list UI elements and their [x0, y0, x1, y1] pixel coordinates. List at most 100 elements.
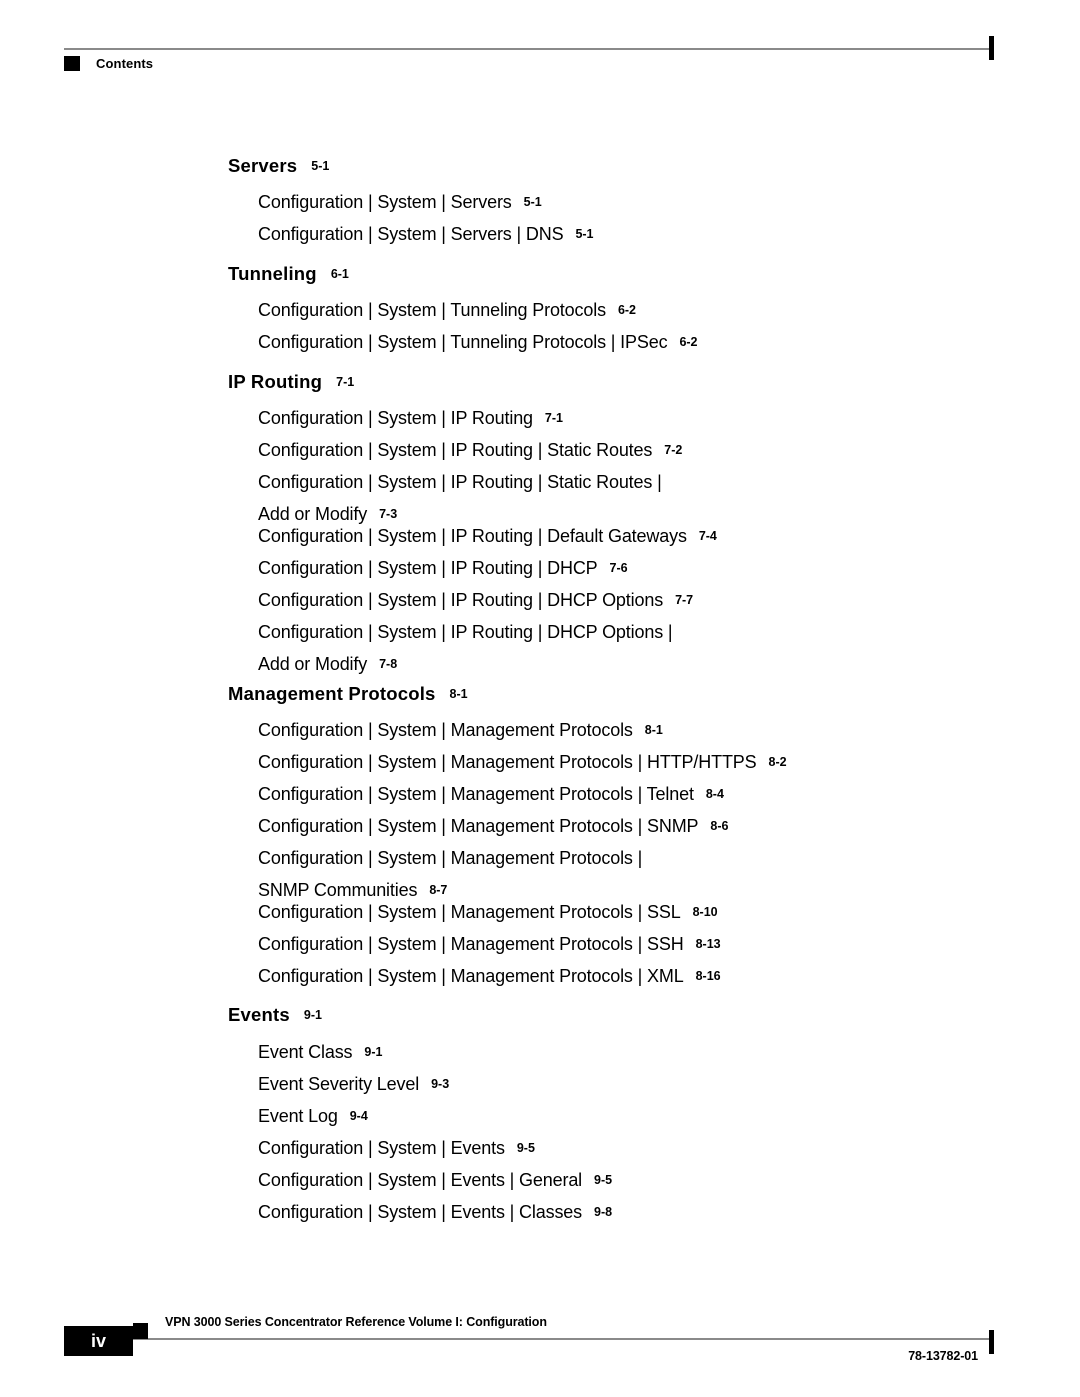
toc-entry-page-ref: 8-10	[692, 905, 718, 919]
toc-entry[interactable]: Configuration | System | Events | Genera…	[258, 1165, 958, 1199]
toc-section-heading[interactable]: Management Protocols 8-1	[228, 683, 468, 705]
toc-entry-label: Configuration | System | IP Routing | St…	[258, 440, 653, 460]
page-header: Contents	[0, 0, 1080, 90]
toc-entry[interactable]: Configuration | System | IP Routing | De…	[258, 521, 958, 555]
toc-entry-page-ref: 7-8	[379, 656, 398, 671]
toc-entry[interactable]: Configuration | System | Management Prot…	[258, 779, 958, 813]
toc-entry-label: Configuration | System | IP Routing | DH…	[258, 558, 598, 578]
toc-entry-label: Configuration | System | Management Prot…	[258, 902, 681, 922]
toc-entry-label: Configuration | System | Management Prot…	[258, 966, 684, 986]
toc-entry-page-ref: 7-4	[698, 529, 717, 543]
toc-entry[interactable]: Configuration | System | Tunneling Proto…	[258, 327, 958, 361]
toc-entry-label: Configuration | System | IP Routing | De…	[258, 526, 687, 546]
toc-entry-label: Event Severity Level	[258, 1074, 420, 1094]
toc-entry-label: Configuration | System | Management Prot…	[258, 848, 643, 900]
toc-entry-label: Configuration | System | IP Routing | St…	[258, 472, 662, 524]
toc-entry-page-ref: 9-5	[516, 1141, 535, 1155]
toc-section-heading-label: Servers	[228, 155, 298, 176]
toc-entry[interactable]: Configuration | System | IP Routing | DH…	[258, 585, 958, 619]
toc-entry-page-ref: 7-7	[675, 593, 694, 607]
toc-entry[interactable]: Configuration | System | IP Routing 7-1	[258, 403, 958, 437]
toc-entry[interactable]: Configuration | System | Events 9-5	[258, 1133, 958, 1167]
toc-entry[interactable]: Configuration | System | Management Prot…	[258, 961, 958, 995]
toc-entry-page-ref: 6-2	[617, 303, 637, 317]
toc-entry-page-ref: 7-6	[609, 561, 628, 575]
page-number: iv	[90, 1331, 106, 1351]
toc-entry[interactable]: Configuration | System | IP Routing | St…	[258, 435, 958, 469]
document-part-number: 78-13782-01	[908, 1349, 978, 1363]
toc-section-heading-page-ref: 9-1	[303, 1008, 322, 1022]
toc-entry-label: Configuration | System | Tunneling Proto…	[258, 300, 606, 320]
toc-entry-page-ref: 7-1	[544, 411, 563, 425]
toc-entry-label: Event Log	[258, 1106, 338, 1126]
toc-entry-label: Configuration | System | Management Prot…	[258, 816, 699, 836]
toc-entry[interactable]: Configuration | System | Servers 5-1	[258, 187, 958, 221]
toc-entry[interactable]: Configuration | System | Management Prot…	[258, 747, 958, 781]
toc-entry-page-ref: 8-13	[695, 937, 721, 951]
toc-entry-label: Configuration | System | Management Prot…	[258, 720, 633, 740]
toc-entry[interactable]: Configuration | System | Tunneling Proto…	[258, 295, 958, 329]
toc-section-heading-label: IP Routing	[228, 371, 323, 392]
toc-entry-page-ref: 9-8	[594, 1205, 613, 1219]
header-rule-endcap	[989, 36, 994, 60]
footer-divider-rule	[64, 1338, 994, 1340]
toc-section-heading-label: Tunneling	[228, 263, 317, 284]
page-footer	[0, 1290, 1080, 1397]
toc-section-heading[interactable]: Tunneling 6-1	[228, 263, 349, 285]
toc-entry-page-ref: 7-2	[664, 443, 683, 457]
toc-entry-page-ref: 8-4	[705, 787, 724, 801]
toc-entry-page-ref: 5-1	[523, 195, 542, 209]
toc-entry-page-ref: 9-1	[364, 1045, 383, 1059]
toc-entry-label: Configuration | System | Events | Genera…	[258, 1170, 583, 1190]
toc-entry-page-ref: 5-1	[575, 227, 594, 241]
toc-section-heading-page-ref: 7-1	[336, 375, 355, 389]
toc-entry-label: Configuration | System | IP Routing	[258, 408, 533, 428]
toc-entry-page-ref: 9-4	[349, 1109, 368, 1123]
toc-entry-page-ref: 8-6	[710, 819, 729, 833]
toc-section-heading-page-ref: 6-1	[330, 267, 349, 281]
toc-entry-page-ref: 9-3	[431, 1077, 450, 1091]
toc-entry-page-ref: 7-3	[379, 506, 398, 521]
toc-section-heading[interactable]: Events 9-1	[228, 1004, 322, 1026]
header-square-marker-icon	[64, 56, 80, 71]
toc-section-heading-label: Events	[228, 1004, 290, 1025]
toc-entry[interactable]: Configuration | System | Servers | DNS 5-…	[258, 219, 958, 253]
footer-square-marker-icon	[133, 1323, 148, 1339]
toc-entry-label: Configuration | System | Management Prot…	[258, 934, 684, 954]
toc-entry[interactable]: Configuration | System | IP Routing | DH…	[258, 553, 958, 587]
toc-entry[interactable]: Event Class 9-1	[258, 1037, 958, 1071]
toc-entry-label: Configuration | System | Tunneling Proto…	[258, 332, 668, 352]
toc-entry-page-ref: 8-1	[644, 723, 663, 737]
toc-entry-page-ref: 6-2	[679, 335, 698, 349]
toc-entry-label: Configuration | System | Servers | DNS	[258, 224, 564, 244]
toc-entry-page-ref: 8-16	[695, 969, 721, 983]
toc-section-heading-label: Management Protocols	[228, 683, 436, 704]
toc-entry[interactable]: Configuration | System | Management Prot…	[258, 715, 958, 749]
toc-entry-label: Configuration | System | IP Routing | DH…	[258, 622, 673, 674]
toc-entry-page-ref: 9-5	[594, 1173, 613, 1187]
toc-entry[interactable]: Configuration | System | Management Prot…	[258, 811, 958, 845]
toc-entry[interactable]: Configuration | System | Management Prot…	[258, 897, 958, 931]
toc-section-heading-page-ref: 5-1	[311, 159, 330, 173]
toc-section-heading[interactable]: Servers 5-1	[228, 155, 329, 177]
toc-entry-page-ref: 8-2	[768, 755, 787, 769]
toc-entry-page-ref: 8-7	[429, 882, 448, 897]
toc-entry-label: Configuration | System | Management Prot…	[258, 752, 757, 772]
toc-entry-label: Configuration | System | Events | Classe…	[258, 1202, 583, 1222]
header-divider-rule	[64, 48, 994, 50]
toc-entry[interactable]: Configuration | System | Management Prot…	[258, 929, 958, 963]
toc-entry-label: Configuration | System | Events	[258, 1138, 505, 1158]
footer-document-title: VPN 3000 Series Concentrator Reference V…	[165, 1315, 547, 1329]
toc-entry-label: Event Class	[258, 1042, 353, 1062]
toc-section-heading-page-ref: 8-1	[449, 687, 468, 701]
toc-entry[interactable]: Configuration | System | Events | Classe…	[258, 1197, 958, 1231]
toc-entry-label: Configuration | System | Servers	[258, 192, 512, 212]
toc-entry[interactable]: Configuration | System | IP Routing | DH…	[258, 617, 958, 682]
toc-entry-label: Configuration | System | Management Prot…	[258, 784, 694, 804]
footer-rule-endcap	[989, 1330, 994, 1354]
toc-entry[interactable]: Event Severity Level 9-3	[258, 1069, 958, 1103]
toc-entry[interactable]: Event Log 9-4	[258, 1101, 958, 1135]
toc-entry-label: Configuration | System | IP Routing | DH…	[258, 590, 664, 610]
toc-section-heading[interactable]: IP Routing 7-1	[228, 371, 354, 393]
running-head-label: Contents	[96, 56, 154, 71]
